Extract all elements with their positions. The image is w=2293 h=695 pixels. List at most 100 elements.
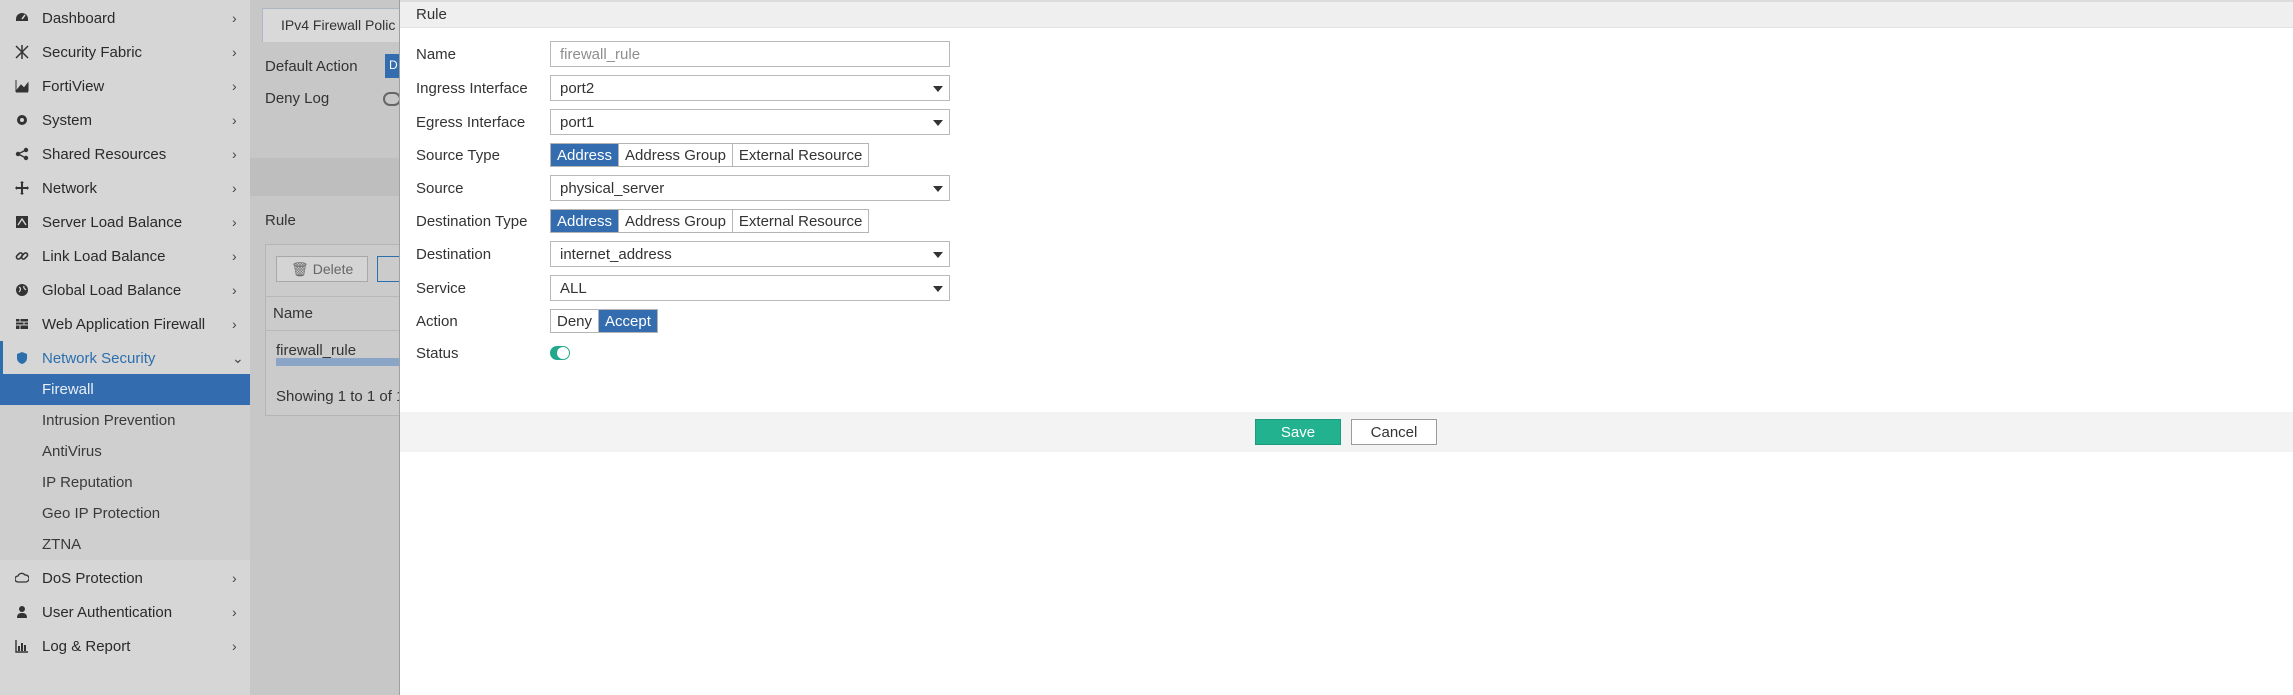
action-toggle: Deny Accept — [550, 309, 658, 333]
name-input[interactable]: firewall_rule — [550, 41, 950, 67]
default-action-label: Default Action — [265, 58, 358, 75]
save-button[interactable]: Save — [1255, 419, 1341, 445]
caret-down-icon — [933, 286, 943, 292]
sub-item-ztna[interactable]: ZTNA — [0, 529, 250, 560]
service-select[interactable]: ALL — [550, 275, 950, 301]
source-type-label: Source Type — [416, 147, 500, 164]
chevron-right-icon: › — [232, 44, 237, 60]
egress-interface-select[interactable]: port1 — [550, 109, 950, 135]
destination-type-external-resource[interactable]: External Resource — [732, 210, 869, 232]
caret-down-icon — [933, 86, 943, 92]
sub-item-antivirus[interactable]: AntiVirus — [0, 436, 250, 467]
nav-label: DoS Protection — [42, 569, 143, 587]
link-icon — [14, 248, 30, 264]
chevron-right-icon: › — [232, 638, 237, 654]
share-icon — [14, 146, 30, 162]
nav-label: Link Load Balance — [42, 247, 166, 265]
chevron-right-icon: › — [232, 570, 237, 586]
status-toggle[interactable] — [550, 346, 570, 360]
nav-label: Shared Resources — [42, 145, 167, 163]
column-header-name: Name — [273, 305, 314, 322]
select-value: internet_address — [560, 246, 672, 263]
ingress-interface-select[interactable]: port2 — [550, 75, 950, 101]
nav-global-load-balance[interactable]: Global Load Balance › — [0, 273, 250, 307]
destination-type-toggle: Address Address Group External Resource — [550, 209, 870, 233]
status-label: Status — [416, 345, 459, 362]
service-label: Service — [416, 280, 467, 297]
action-label: Action — [416, 313, 458, 330]
nav-label: Security Fabric — [42, 43, 143, 61]
chevron-right-icon: › — [232, 10, 237, 26]
source-type-address-group[interactable]: Address Group — [619, 144, 733, 166]
select-value: ALL — [560, 280, 587, 297]
select-value: physical_server — [560, 180, 665, 197]
nav-server-load-balance[interactable]: Server Load Balance › — [0, 205, 250, 239]
chevron-right-icon: › — [232, 214, 237, 230]
waf-icon — [14, 316, 30, 332]
user-icon — [14, 604, 30, 620]
dialog-title: Rule — [400, 0, 2293, 28]
security-fabric-icon — [14, 44, 30, 60]
caret-down-icon — [933, 186, 943, 192]
sub-item-firewall[interactable]: Firewall — [0, 374, 250, 405]
cancel-button[interactable]: Cancel — [1351, 419, 1437, 445]
nav-web-application-firewall[interactable]: Web Application Firewall › — [0, 307, 250, 341]
rule-dialog: Rule Name firewall_rule Ingress Interfac… — [399, 0, 2293, 695]
nav-log-report[interactable]: Log & Report › — [0, 629, 250, 663]
ingress-interface-label: Ingress Interface — [416, 80, 528, 97]
divider — [266, 296, 406, 297]
rule-section-title: Rule — [265, 212, 296, 229]
nav-label: Log & Report — [42, 637, 131, 655]
shield-icon — [14, 350, 30, 366]
caret-down-icon — [933, 252, 943, 258]
nav-link-load-balance[interactable]: Link Load Balance › — [0, 239, 250, 273]
nav-label: Server Load Balance — [42, 213, 183, 231]
action-accept[interactable]: Accept — [599, 310, 657, 332]
nav-label: Network — [42, 179, 98, 197]
destination-type-address[interactable]: Address — [551, 210, 620, 232]
nav-label: Global Load Balance — [42, 281, 182, 299]
chevron-right-icon: › — [232, 78, 237, 94]
delete-button[interactable]: 🗑 Delete — [276, 256, 368, 282]
chevron-right-icon: › — [232, 282, 237, 298]
dialog-footer: Save Cancel — [400, 412, 2293, 452]
nav-dashboard[interactable]: Dashboard › — [0, 1, 250, 35]
nav-label: Web Application Firewall — [42, 315, 206, 333]
sub-item-ip-reputation[interactable]: IP Reputation — [0, 467, 250, 498]
chevron-right-icon: › — [232, 112, 237, 128]
source-type-address[interactable]: Address — [551, 144, 620, 166]
nav-network[interactable]: Network › — [0, 171, 250, 205]
source-select[interactable]: physical_server — [550, 175, 950, 201]
chevron-right-icon: › — [232, 248, 237, 264]
source-type-external-resource[interactable]: External Resource — [732, 144, 869, 166]
nav-label: Dashboard — [42, 9, 116, 27]
nav-fortiview[interactable]: FortiView › — [0, 69, 250, 103]
table-row[interactable]: firewall_rule — [276, 342, 356, 359]
nav-network-security[interactable]: Network Security ⌄ — [0, 341, 250, 375]
destination-select[interactable]: internet_address — [550, 241, 950, 267]
destination-label: Destination — [416, 246, 492, 263]
server-balance-icon — [14, 214, 30, 230]
action-deny[interactable]: Deny — [551, 310, 600, 332]
egress-interface-label: Egress Interface — [416, 114, 526, 131]
divider — [266, 330, 406, 331]
nav-user-authentication[interactable]: User Authentication › — [0, 595, 250, 629]
nav-security-fabric[interactable]: Security Fabric › — [0, 35, 250, 69]
dashboard-icon — [14, 10, 30, 26]
sidebar: Dashboard › Security Fabric › FortiView … — [0, 0, 250, 695]
chevron-right-icon: › — [232, 180, 237, 196]
nav-shared-resources[interactable]: Shared Resources › — [0, 137, 250, 171]
select-value: port1 — [560, 114, 595, 131]
destination-type-label: Destination Type — [416, 213, 528, 230]
pagination-info: Showing 1 to 1 of 1 — [276, 388, 401, 405]
sub-item-intrusion-prevention[interactable]: Intrusion Prevention — [0, 405, 250, 436]
tab-ipv4-firewall-policy[interactable]: IPv4 Firewall Polic — [262, 8, 412, 42]
sub-item-geo-ip-protection[interactable]: Geo IP Protection — [0, 498, 250, 529]
nav-label: User Authentication — [42, 603, 173, 621]
nav-label: System — [42, 111, 93, 129]
row-highlight — [276, 358, 406, 366]
delete-label: Delete — [312, 261, 354, 277]
nav-dos-protection[interactable]: DoS Protection › — [0, 561, 250, 595]
destination-type-address-group[interactable]: Address Group — [619, 210, 733, 232]
nav-system[interactable]: System › — [0, 103, 250, 137]
